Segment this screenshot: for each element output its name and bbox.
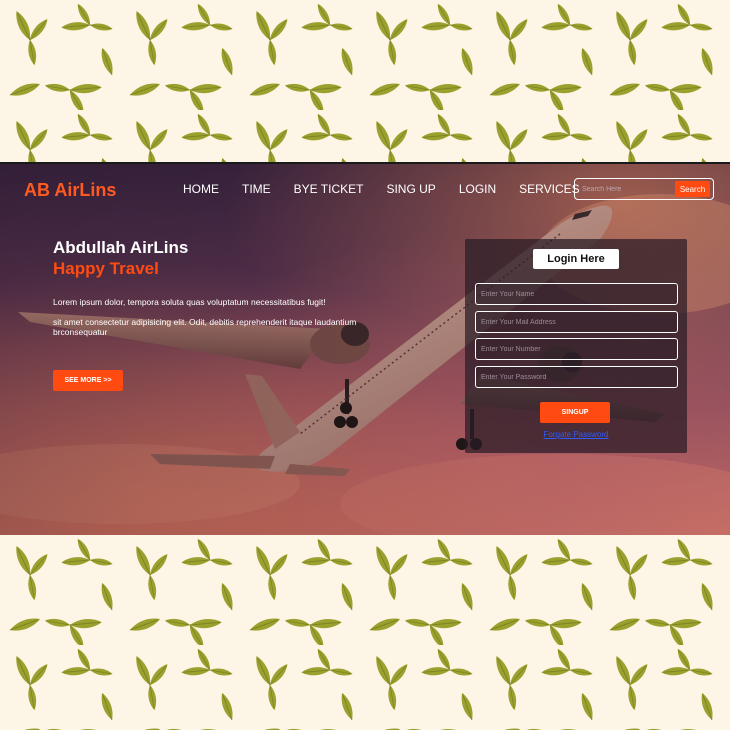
search-box: Search — [574, 178, 714, 200]
name-field[interactable] — [475, 283, 678, 305]
forgot-password-link[interactable]: Forgate Password — [465, 430, 687, 439]
hero-section: AB AirLins HOME TIME BYE TICKET SING UP … — [0, 162, 730, 535]
hero-paragraph-2: sit amet consectetur adipisicing elit. O… — [53, 317, 357, 337]
leaf-wallpaper-top — [0, 0, 730, 162]
nav-time[interactable]: TIME — [242, 182, 271, 196]
email-field[interactable] — [475, 311, 678, 333]
leaf-pattern-icon — [0, 535, 730, 730]
login-panel: Login Here SINGUP Forgate Password — [465, 239, 687, 453]
password-field[interactable] — [475, 366, 678, 388]
nav-services[interactable]: SERVICES — [519, 182, 579, 196]
hero-subtitle: Happy Travel — [53, 259, 159, 278]
hero-title: Abdullah AirLins — [53, 238, 189, 257]
singup-button[interactable]: SINGUP — [540, 402, 610, 423]
login-heading: Login Here — [533, 249, 619, 269]
phone-field[interactable] — [475, 338, 678, 360]
see-more-button[interactable]: SEE MORE >> — [53, 370, 123, 391]
leaf-wallpaper-bottom — [0, 535, 730, 730]
nav-bye-ticket[interactable]: BYE TICKET — [294, 182, 364, 196]
hero-paragraph-1: Lorem ipsum dolor, tempora soluta quas v… — [53, 297, 326, 307]
brand-logo[interactable]: AB AirLins — [24, 180, 116, 201]
main-nav: HOME TIME BYE TICKET SING UP LOGIN SERVI… — [183, 182, 580, 196]
nav-login[interactable]: LOGIN — [459, 182, 496, 196]
nav-sing-up[interactable]: SING UP — [386, 182, 435, 196]
leaf-pattern-icon — [0, 0, 730, 162]
nav-home[interactable]: HOME — [183, 182, 219, 196]
search-button[interactable]: Search — [675, 181, 710, 197]
search-input[interactable] — [580, 184, 675, 194]
